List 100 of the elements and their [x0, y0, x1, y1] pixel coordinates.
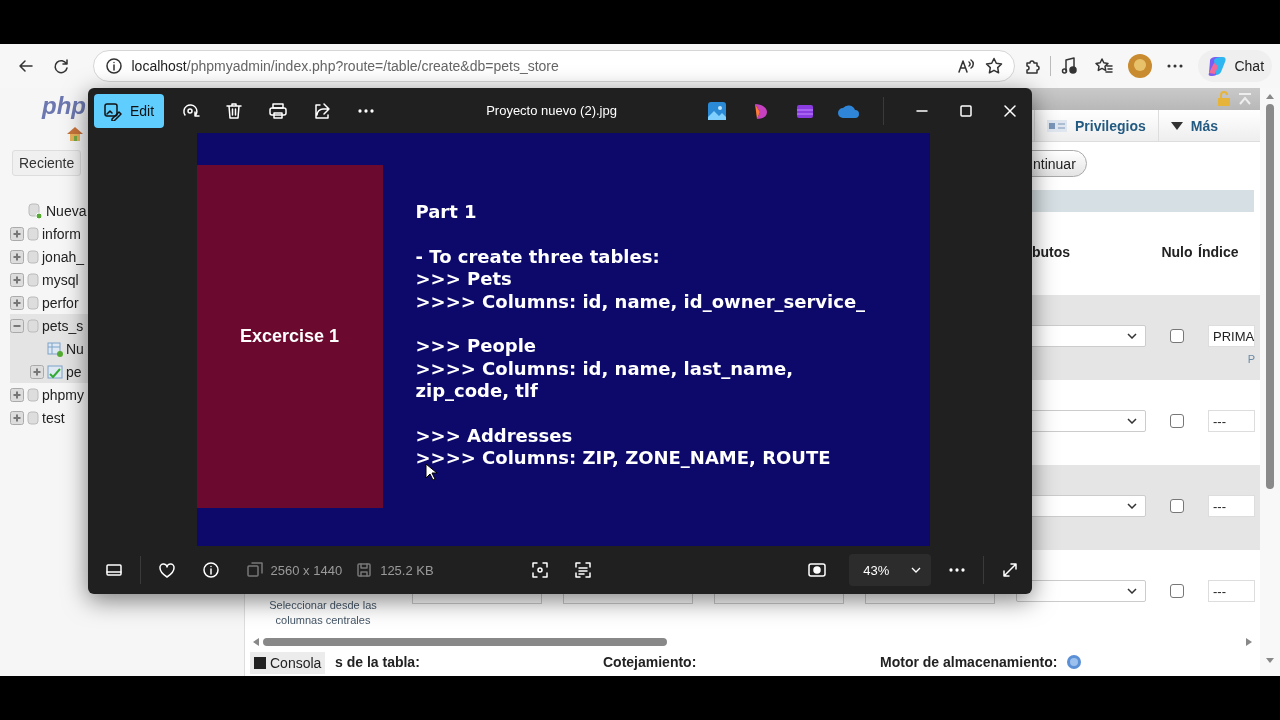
- fit-screen-icon[interactable]: [807, 560, 828, 580]
- share-icon[interactable]: [312, 100, 333, 121]
- info-icon[interactable]: [103, 56, 124, 76]
- music-note-icon[interactable]: [1059, 56, 1080, 76]
- tab[interactable]: Privilegios: [1033, 110, 1158, 141]
- scrollbar-thumb[interactable]: [1266, 104, 1274, 489]
- tree-item[interactable]: perfor: [42, 294, 79, 311]
- slide-text-line: >>> People: [415, 335, 538, 358]
- field-label: s de la tabla:: [335, 654, 421, 670]
- cloud-icon[interactable]: [838, 103, 860, 118]
- tree-item[interactable]: Nueva: [46, 202, 87, 219]
- expand-toggle-icon[interactable]: [10, 410, 24, 425]
- avatar-icon[interactable]: [1127, 54, 1152, 78]
- image-dimensions: 2560 x 1440: [270, 562, 343, 578]
- tree-item[interactable]: phpmy: [42, 386, 85, 403]
- database-icon: [27, 387, 39, 402]
- chat-button[interactable]: Chat: [1198, 50, 1273, 82]
- null-checkbox[interactable]: [1170, 584, 1184, 598]
- slide-text-line: >>> Pets: [415, 268, 513, 291]
- slide-text-line: Part 1: [415, 201, 478, 224]
- text-scan-icon[interactable]: [573, 560, 594, 580]
- window-title: Proyecto nuevo (2).jpg: [485, 103, 618, 118]
- field-label: Cotejamiento:: [603, 654, 698, 670]
- expand-toggle-icon[interactable]: [10, 295, 24, 310]
- tree-item[interactable]: pe: [66, 363, 82, 380]
- tree-item[interactable]: pets_s: [42, 317, 84, 334]
- help-icon[interactable]: [1067, 655, 1082, 669]
- null-checkbox[interactable]: [1170, 414, 1184, 428]
- chevron-down-icon: [1127, 333, 1137, 339]
- slide-text-line: >>>> Columns: id, name, id_owner_service_: [415, 290, 867, 313]
- attribute-select[interactable]: [1016, 580, 1146, 602]
- null-checkbox[interactable]: [1170, 499, 1184, 513]
- sparkle-icon: [1206, 55, 1229, 77]
- expand-toggle-icon[interactable]: [10, 272, 24, 287]
- tree-item[interactable]: test: [42, 409, 65, 426]
- file-size: 125.2 KB: [380, 562, 434, 578]
- address-bar[interactable]: localhost/phpmyadmin/index.php?route=/table/create&db=pets_store: [92, 50, 1016, 82]
- new-table-icon: [47, 340, 63, 357]
- read-aloud-icon[interactable]: [956, 56, 977, 76]
- scroll-down-icon[interactable]: [1265, 657, 1275, 665]
- slide-text-line: >>>> Columns: ZIP, ZONE_NAME, ROUTE: [415, 447, 832, 470]
- tree-item[interactable]: inform: [42, 225, 81, 242]
- print-icon[interactable]: [268, 100, 289, 121]
- index-select[interactable]: ---: [1208, 410, 1255, 432]
- slide-text-line: >>>> Columns: id, name, last_name, zip_code, tlf: [415, 357, 794, 403]
- index-select[interactable]: ---: [1208, 495, 1255, 517]
- expand-toggle-icon[interactable]: [10, 226, 24, 241]
- central-columns-link[interactable]: Seleccionar desde las columnas centrales: [255, 598, 391, 628]
- tree-item[interactable]: jonah_: [42, 248, 85, 265]
- scroll-right-icon[interactable]: [1246, 637, 1252, 646]
- url-text: localhost/phpmyadmin/index.php?route=/table/create&db=pets_store: [131, 58, 560, 74]
- slide-text-line: >>> Addresses: [415, 425, 574, 448]
- index-select[interactable]: PRIMA: [1208, 325, 1255, 347]
- expand-toggle-icon[interactable]: [10, 387, 24, 402]
- field-label: Motor de almacenamiento:: [880, 654, 1058, 670]
- dimensions-icon: [244, 560, 265, 580]
- home-icon[interactable]: [66, 126, 84, 142]
- column-header: butos: [1031, 244, 1072, 260]
- table-icon: [47, 363, 63, 380]
- nav-button[interactable]: Reciente: [12, 150, 82, 176]
- new-database-icon: [27, 202, 43, 219]
- console-button[interactable]: Consola: [250, 652, 326, 674]
- edit-image-icon: [102, 100, 122, 121]
- star-icon[interactable]: [984, 56, 1005, 76]
- database-icon: [27, 318, 39, 333]
- chevron-down-icon: [1127, 503, 1137, 509]
- logo-text[interactable]: php: [42, 92, 86, 120]
- database-icon: [27, 226, 39, 241]
- expand-toggle-icon[interactable]: [30, 364, 44, 379]
- database-icon: [27, 249, 39, 264]
- focus-icon[interactable]: [529, 560, 550, 580]
- delete-icon[interactable]: [224, 100, 245, 121]
- zoom-dropdown[interactable]: 43%: [849, 554, 932, 586]
- database-icon: [27, 410, 39, 425]
- slide-panel-label: Excercise 1: [196, 165, 383, 508]
- edit-button[interactable]: Edit: [94, 93, 165, 128]
- caret-icon: [1170, 121, 1183, 130]
- scroll-up-icon[interactable]: [1265, 92, 1275, 100]
- column-header: Nulo: [1161, 244, 1193, 260]
- null-checkbox[interactable]: [1170, 329, 1184, 343]
- index-note: P: [1247, 353, 1255, 365]
- index-select[interactable]: ---: [1208, 580, 1255, 602]
- info-icon[interactable]: [200, 560, 221, 580]
- column-header: Índice: [1198, 244, 1240, 260]
- favorites-icon[interactable]: [1094, 56, 1115, 76]
- cursor-icon: [424, 463, 437, 481]
- photo-app-icon[interactable]: [708, 101, 726, 120]
- id-card-icon: [1046, 119, 1067, 132]
- heart-icon[interactable]: [156, 560, 177, 580]
- scroll-left-icon[interactable]: [253, 637, 259, 646]
- database-icon: [27, 272, 39, 287]
- tree-item[interactable]: Nu: [66, 340, 84, 357]
- scrollbar-thumb[interactable]: [263, 637, 667, 646]
- tab[interactable]: Más: [1157, 110, 1230, 141]
- tree-item[interactable]: mysql: [42, 271, 79, 288]
- collapse-toggle-icon[interactable]: [10, 318, 24, 333]
- chevron-down-icon: [911, 567, 922, 573]
- ribbon-icon[interactable]: [752, 101, 770, 120]
- terminal-icon: [254, 657, 266, 669]
- expand-toggle-icon[interactable]: [10, 249, 24, 264]
